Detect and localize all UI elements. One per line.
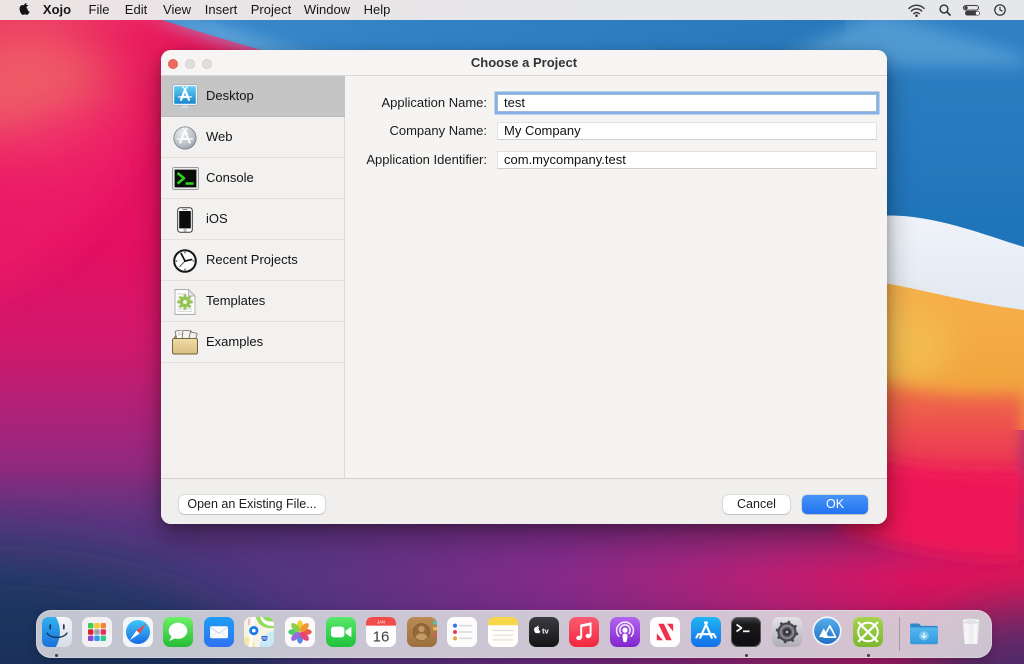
svg-text:280: 280: [262, 637, 268, 641]
svg-text:16: 16: [373, 629, 390, 646]
svg-text:tv: tv: [542, 626, 550, 635]
svg-text:JAN: JAN: [377, 619, 385, 624]
